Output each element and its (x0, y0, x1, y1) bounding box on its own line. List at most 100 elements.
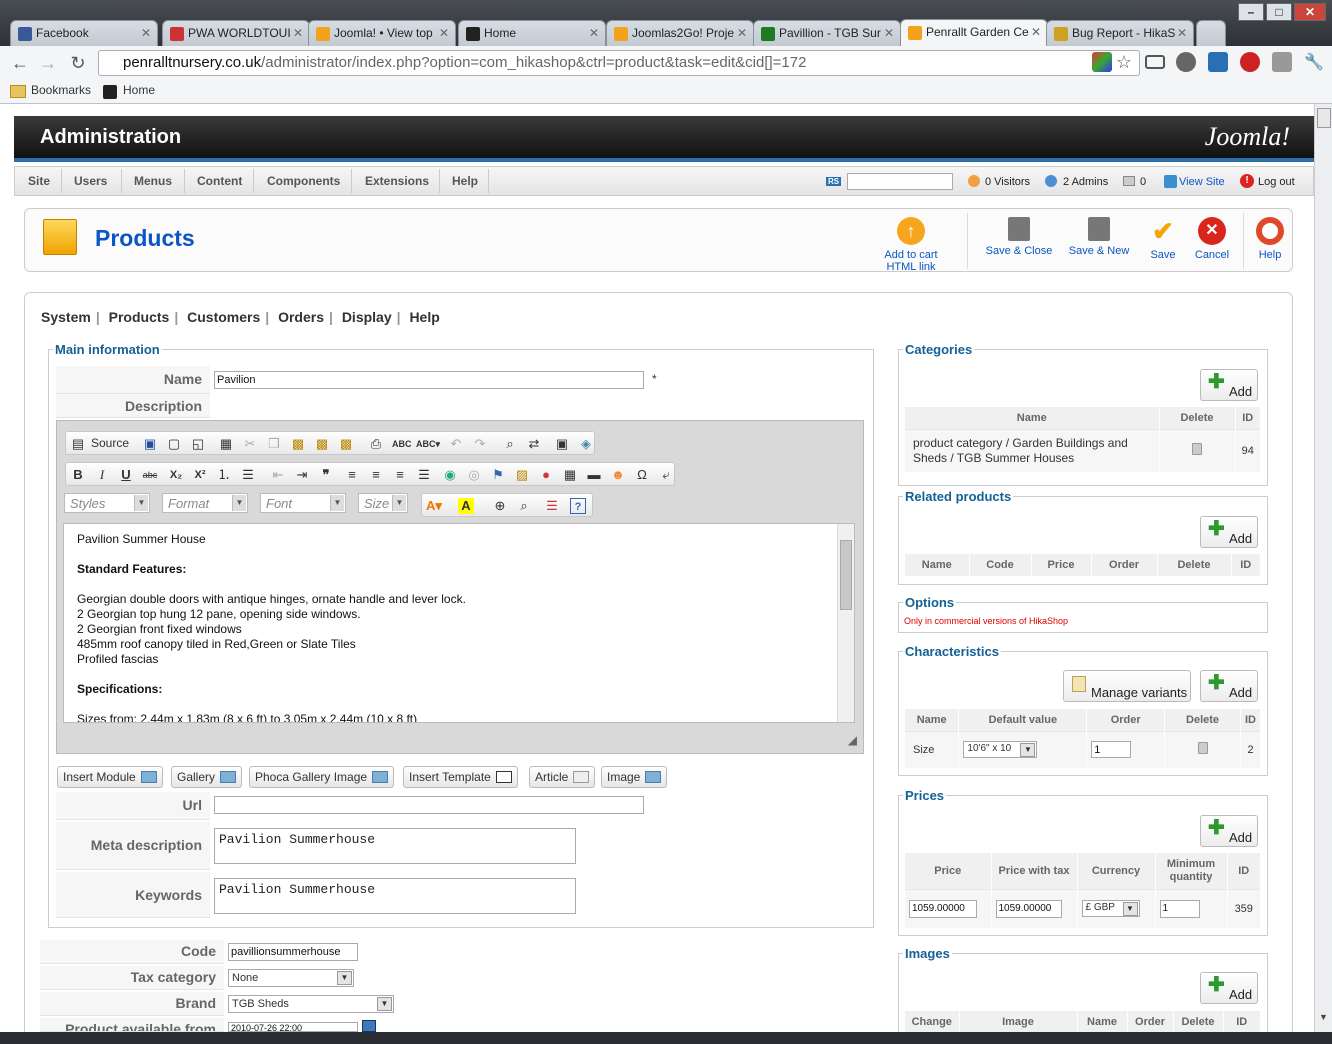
currency-select[interactable]: £ GBP ▼ (1081, 900, 1140, 918)
browser-tab[interactable]: Bug Report - HikaS ✕ (1046, 20, 1194, 46)
editor-save-icon[interactable]: ▣ (142, 436, 158, 452)
menu-users[interactable]: Users (74, 174, 107, 188)
editor-scroll-thumb[interactable] (840, 540, 852, 610)
menu-extensions[interactable]: Extensions (365, 174, 429, 188)
brand-select[interactable]: TGB Sheds ▼ (228, 995, 394, 1013)
justify-icon[interactable]: ☰ (416, 467, 432, 483)
close-tab-icon[interactable]: ✕ (1031, 25, 1041, 39)
preview-icon[interactable]: ◱ (190, 436, 206, 452)
bullet-list-icon[interactable]: ☰ (240, 467, 256, 483)
reload-icon[interactable]: ↻ (67, 53, 89, 74)
characteristic-order-input[interactable]: 1 (1091, 741, 1132, 759)
close-tab-icon[interactable]: ✕ (589, 26, 599, 40)
article-button[interactable]: Article (529, 766, 596, 788)
star-icon[interactable]: ☆ (1114, 52, 1134, 72)
meta-description-textarea[interactable]: Pavilion Summerhouse (214, 828, 576, 864)
align-left-icon[interactable]: ≡ (344, 467, 360, 483)
close-tab-icon[interactable]: ✕ (141, 26, 151, 40)
logout-link[interactable]: Log out (1258, 176, 1295, 188)
forward-icon[interactable]: → (37, 53, 59, 74)
flash-icon[interactable]: ● (538, 467, 554, 483)
back-icon[interactable]: ← (9, 53, 31, 74)
add-to-cart-link-button[interactable]: ↑ Add to cart HTML link (869, 217, 953, 273)
bookmarks-folder[interactable]: Bookmarks (31, 83, 91, 97)
page-break-icon[interactable]: ⤶ (658, 467, 674, 483)
undo-icon[interactable]: ↶ (448, 436, 464, 452)
scroll-down-icon[interactable]: ▼ (1319, 1012, 1328, 1022)
name-input[interactable]: Pavilion (214, 371, 644, 389)
subnav-customers[interactable]: Customers (187, 309, 260, 325)
table-icon[interactable]: ▦ (562, 467, 578, 483)
link-icon[interactable]: ◉ (442, 467, 458, 483)
editor-content-area[interactable]: Pavilion Summer House Standard Features:… (63, 523, 855, 723)
address-bar[interactable]: penralltnursery.co.uk/administrator/inde… (98, 50, 1140, 76)
subnav-display[interactable]: Display (342, 309, 392, 325)
close-tab-icon[interactable]: ✕ (737, 26, 747, 40)
source-button[interactable]: Source (91, 436, 129, 450)
category-path[interactable]: product category / Garden Buildings and … (905, 429, 1160, 472)
help-button[interactable]: Help (1248, 217, 1292, 261)
close-tab-icon[interactable]: ✕ (884, 26, 894, 40)
bg-color-icon[interactable]: A (458, 498, 474, 514)
new-tab-button[interactable] (1196, 20, 1226, 46)
underline-icon[interactable]: U (118, 467, 134, 483)
trash-icon[interactable] (1197, 742, 1208, 755)
browser-tab[interactable]: Facebook ✕ (10, 20, 158, 46)
add-price-button[interactable]: ✚ Add (1200, 815, 1258, 847)
menu-menus[interactable]: Menus (134, 174, 172, 188)
add-category-button[interactable]: ✚ Add (1200, 369, 1258, 401)
view-site-link[interactable]: View Site (1179, 176, 1225, 188)
rs-search-input[interactable] (847, 173, 953, 190)
font-combo[interactable]: Font ▼ (260, 493, 346, 513)
keywords-textarea[interactable]: Pavilion Summerhouse (214, 878, 576, 914)
subnav-orders[interactable]: Orders (278, 309, 324, 325)
page-scrollbar[interactable]: ▼ (1314, 104, 1332, 1032)
close-tab-icon[interactable]: ✕ (293, 26, 303, 40)
insert-template-button[interactable]: Insert Template (403, 766, 518, 788)
menu-site[interactable]: Site (28, 174, 50, 188)
minimize-button[interactable]: – (1238, 3, 1264, 21)
subnav-products[interactable]: Products (109, 309, 170, 325)
available-from-input[interactable]: 2010-07-26 22:00 (228, 1022, 358, 1032)
copy-icon[interactable]: ❐ (266, 436, 282, 452)
bookmark-home[interactable]: Home (123, 83, 155, 97)
subnav-help[interactable]: Help (409, 309, 439, 325)
paste-icon[interactable]: ▩ (290, 436, 306, 452)
paste-text-icon[interactable]: ▩ (314, 436, 330, 452)
code-input[interactable]: pavillionsummerhouse (228, 943, 358, 961)
add-image-button[interactable]: ✚ Add (1200, 972, 1258, 1004)
phoca-gallery-button[interactable]: Phoca Gallery Image (249, 766, 395, 788)
horizontal-rule-icon[interactable]: ▬ (586, 467, 602, 483)
align-right-icon[interactable]: ≡ (392, 467, 408, 483)
align-center-icon[interactable]: ≡ (368, 467, 384, 483)
editor-scrollbar[interactable] (837, 524, 854, 722)
smiley-icon[interactable]: ☻ (610, 467, 626, 483)
browser-tab[interactable]: Pavillion - TGB Sur ✕ (753, 20, 901, 46)
bold-icon[interactable]: B (70, 467, 86, 483)
bug-icon[interactable] (1176, 52, 1196, 72)
strike-icon[interactable]: abc (142, 467, 158, 483)
find-icon[interactable]: ⌕ (502, 436, 518, 452)
wrench-icon[interactable]: 🔧 (1304, 52, 1324, 72)
image-button[interactable]: Image (601, 766, 668, 788)
styles-combo[interactable]: Styles ▼ (64, 493, 150, 513)
special-char-icon[interactable]: Ω (634, 467, 650, 483)
resize-grip-icon[interactable]: ◢ (848, 733, 857, 747)
maximize-editor-icon[interactable]: ⊕ (492, 498, 508, 514)
numbered-list-icon[interactable]: ⒈ (216, 467, 232, 483)
menu-content[interactable]: Content (197, 174, 242, 188)
close-tab-icon[interactable]: ✕ (1177, 26, 1187, 40)
calendar-icon[interactable] (362, 1020, 376, 1032)
browser-tab[interactable]: Penrallt Garden Ce ✕ (900, 19, 1048, 46)
blockquote-icon[interactable]: ❞ (318, 467, 334, 483)
gallery-button[interactable]: Gallery (171, 766, 243, 788)
close-window-button[interactable]: ✕ (1294, 3, 1326, 21)
paste-word-icon[interactable]: ▩ (338, 436, 354, 452)
browser-tab[interactable]: PWA WORLDTOUI ✕ (162, 20, 310, 46)
subscript-icon[interactable]: X₂ (168, 467, 184, 483)
extension-icon[interactable] (1092, 52, 1112, 72)
show-blocks-icon[interactable]: ⌕ (516, 498, 532, 514)
subnav-system[interactable]: System (41, 309, 91, 325)
insert-module-button[interactable]: Insert Module (57, 766, 163, 788)
unlink-icon[interactable]: ◎ (466, 467, 482, 483)
